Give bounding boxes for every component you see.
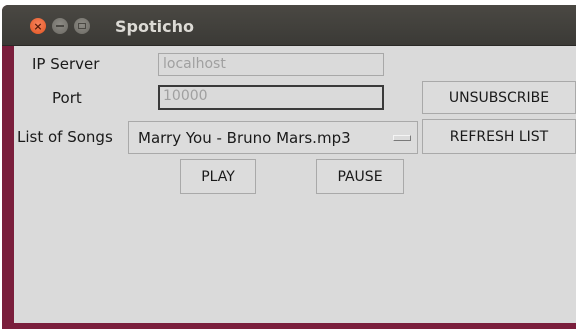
port-field[interactable]: 10000 — [158, 85, 384, 110]
selected-song: Marry You - Bruno Mars.mp3 — [138, 128, 351, 147]
pause-button[interactable]: PAUSE — [316, 159, 404, 194]
ip-server-field[interactable]: localhost — [158, 53, 384, 76]
title-bar[interactable]: × Spoticho — [2, 5, 576, 46]
port-label: Port — [52, 89, 82, 107]
dropdown-indicator-icon — [393, 135, 411, 141]
list-of-songs-label: List of Songs — [17, 128, 113, 146]
ip-server-label: IP Server — [32, 55, 100, 73]
play-button[interactable]: PLAY — [180, 159, 256, 194]
song-select[interactable]: Marry You - Bruno Mars.mp3 — [128, 121, 418, 154]
close-icon[interactable]: × — [30, 18, 46, 34]
refresh-list-button[interactable]: REFRESH LIST — [422, 119, 576, 154]
minimize-icon[interactable] — [52, 18, 68, 34]
maximize-icon[interactable] — [74, 18, 90, 34]
unsubscribe-button[interactable]: UNSUBSCRIBE — [422, 81, 576, 114]
window-title: Spoticho — [115, 17, 194, 36]
